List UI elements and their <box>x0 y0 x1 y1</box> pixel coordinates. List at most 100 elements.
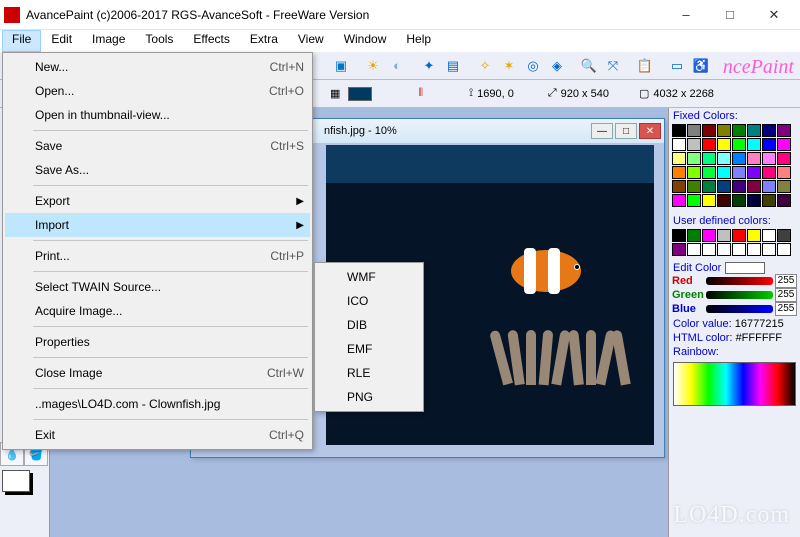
globe-icon[interactable]: ◐ <box>386 55 408 77</box>
maximize-button[interactable]: □ <box>708 1 752 29</box>
file-menu-print[interactable]: Print...Ctrl+P <box>5 244 310 268</box>
import-ico[interactable]: ICO <box>317 289 421 313</box>
color-swatch[interactable] <box>702 166 716 179</box>
color-swatch[interactable] <box>777 180 791 193</box>
doc-close-button[interactable]: ✕ <box>639 123 661 139</box>
file-menu-exit[interactable]: ExitCtrl+Q <box>5 423 310 447</box>
color-swatch[interactable] <box>732 152 746 165</box>
user-color-swatch[interactable] <box>702 243 716 256</box>
user-color-swatch[interactable] <box>747 243 761 256</box>
color-swatch[interactable] <box>732 180 746 193</box>
file-menu-open[interactable]: Open...Ctrl+O <box>5 79 310 103</box>
color-swatch[interactable] <box>762 194 776 207</box>
menu-window[interactable]: Window <box>334 30 397 52</box>
user-color-swatch[interactable] <box>732 243 746 256</box>
effect2-icon[interactable]: ✶ <box>498 55 520 77</box>
file-menu-mages-lo-d-com-clownfish-jpg[interactable]: ..mages\LO4D.com - Clownfish.jpg <box>5 392 310 416</box>
red-slider[interactable] <box>706 277 773 285</box>
rainbow-picker[interactable] <box>673 362 796 406</box>
effect3-icon[interactable]: ◎ <box>522 55 544 77</box>
file-menu-select-twain-source[interactable]: Select TWAIN Source... <box>5 275 310 299</box>
clipboard-icon[interactable]: 📋 <box>634 55 656 77</box>
color-swatch[interactable] <box>702 124 716 137</box>
menu-help[interactable]: Help <box>396 30 441 52</box>
color-swatch[interactable] <box>702 194 716 207</box>
effect-icon[interactable]: ✧ <box>474 55 496 77</box>
edit-color-swatch[interactable] <box>725 262 765 274</box>
selection-icon[interactable]: ▦ <box>330 87 340 100</box>
color-swatch[interactable] <box>777 124 791 137</box>
color-swatch[interactable] <box>717 166 731 179</box>
sun-icon[interactable]: ☀ <box>362 55 384 77</box>
import-wmf[interactable]: WMF <box>317 265 421 289</box>
user-color-swatch[interactable] <box>762 243 776 256</box>
file-menu-export[interactable]: Export▶ <box>5 189 310 213</box>
color-swatch[interactable] <box>777 152 791 165</box>
user-color-swatch[interactable] <box>777 229 791 242</box>
color-swatch[interactable] <box>747 124 761 137</box>
menu-edit[interactable]: Edit <box>41 30 82 52</box>
histogram-icon[interactable]: ⫴ <box>418 87 423 100</box>
green-slider[interactable] <box>706 291 773 299</box>
color-swatch[interactable] <box>687 152 701 165</box>
color-swatch[interactable] <box>717 152 731 165</box>
color-swatch[interactable] <box>747 152 761 165</box>
color-swatch[interactable] <box>762 138 776 151</box>
import-rle[interactable]: RLE <box>317 361 421 385</box>
menu-image[interactable]: Image <box>82 30 135 52</box>
doc-maximize-button[interactable]: □ <box>615 123 637 139</box>
tool-icon[interactable]: ▣ <box>330 55 352 77</box>
zoom-icon[interactable]: ⤧ <box>602 55 624 77</box>
wand-icon[interactable]: ✦ <box>418 55 440 77</box>
fgbg-swatch[interactable] <box>2 470 30 492</box>
color-swatch[interactable] <box>732 138 746 151</box>
current-color[interactable] <box>348 87 372 101</box>
color-swatch[interactable] <box>687 180 701 193</box>
file-menu-import[interactable]: Import▶ <box>5 213 310 237</box>
import-png[interactable]: PNG <box>317 385 421 409</box>
user-color-swatch[interactable] <box>777 243 791 256</box>
menu-view[interactable]: View <box>288 30 334 52</box>
color-swatch[interactable] <box>747 166 761 179</box>
color-swatch[interactable] <box>777 138 791 151</box>
color-swatch[interactable] <box>747 180 761 193</box>
color-swatch[interactable] <box>732 166 746 179</box>
search-icon[interactable]: 🔍 <box>578 55 600 77</box>
color-swatch[interactable] <box>762 152 776 165</box>
color-swatch[interactable] <box>732 124 746 137</box>
menu-file[interactable]: File <box>2 30 41 52</box>
color-swatch[interactable] <box>717 194 731 207</box>
user-color-swatch[interactable] <box>672 243 686 256</box>
user-color-swatch[interactable] <box>687 243 701 256</box>
import-dib[interactable]: DIB <box>317 313 421 337</box>
file-menu-properties[interactable]: Properties <box>5 330 310 354</box>
user-color-swatch[interactable] <box>717 243 731 256</box>
color-swatch[interactable] <box>672 180 686 193</box>
file-menu-acquire-image[interactable]: Acquire Image... <box>5 299 310 323</box>
menu-extra[interactable]: Extra <box>240 30 288 52</box>
color-swatch[interactable] <box>702 152 716 165</box>
color-swatch[interactable] <box>747 194 761 207</box>
user-color-swatch[interactable] <box>687 229 701 242</box>
effect4-icon[interactable]: ◈ <box>546 55 568 77</box>
color-swatch[interactable] <box>777 166 791 179</box>
color-swatch[interactable] <box>672 166 686 179</box>
color-swatch[interactable] <box>702 180 716 193</box>
color-swatch[interactable] <box>717 138 731 151</box>
color-swatch[interactable] <box>762 166 776 179</box>
color-swatch[interactable] <box>687 124 701 137</box>
user-color-swatch[interactable] <box>702 229 716 242</box>
import-emf[interactable]: EMF <box>317 337 421 361</box>
color-swatch[interactable] <box>687 166 701 179</box>
layers-icon[interactable]: ▤ <box>442 55 464 77</box>
color-swatch[interactable] <box>672 124 686 137</box>
color-swatch[interactable] <box>777 194 791 207</box>
color-swatch[interactable] <box>687 194 701 207</box>
file-menu-save[interactable]: SaveCtrl+S <box>5 134 310 158</box>
color-swatch[interactable] <box>762 124 776 137</box>
close-button[interactable]: ✕ <box>752 1 796 29</box>
file-menu-open-in-thumbnail-view[interactable]: Open in thumbnail-view... <box>5 103 310 127</box>
window-icon[interactable]: ▭ <box>666 55 688 77</box>
user-color-swatch[interactable] <box>672 229 686 242</box>
color-swatch[interactable] <box>717 124 731 137</box>
